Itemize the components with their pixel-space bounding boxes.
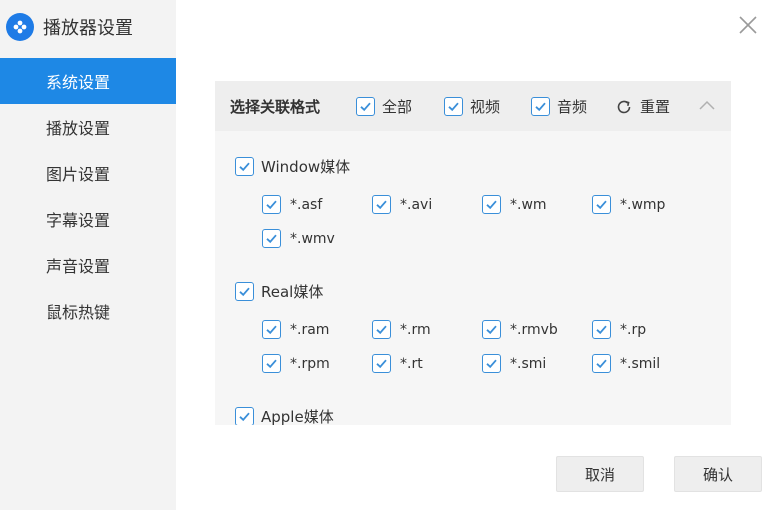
ext-checkbox-wmv[interactable]: *.wmv <box>262 229 335 248</box>
refresh-icon <box>617 100 631 113</box>
checkmark-icon <box>372 195 391 214</box>
ext-checkbox-wmp[interactable]: *.wmp <box>592 195 665 214</box>
player-logo-icon <box>6 13 34 41</box>
sidebar-item-audio[interactable]: 声音设置 <box>0 242 176 288</box>
ext-label: *.wmv <box>290 230 335 247</box>
ext-checkbox-rt[interactable]: *.rt <box>372 354 423 373</box>
ext-checkbox-smi[interactable]: *.smi <box>482 354 546 373</box>
checkmark-icon <box>592 320 611 339</box>
checkmark-icon <box>235 282 254 301</box>
ext-label: *.smil <box>620 355 661 372</box>
ext-label: *.smi <box>510 355 547 372</box>
sidebar-item-subtitle[interactable]: 字幕设置 <box>0 196 176 242</box>
ext-label: *.rp <box>620 321 647 338</box>
checkmark-icon <box>372 320 391 339</box>
format-association-panel: 选择关联格式 全部 视频 音频 重置 Window媒体 *.asf *.avi … <box>215 81 731 425</box>
ext-label: *.wmp <box>620 196 666 213</box>
ext-label: *.avi <box>400 196 433 213</box>
checkmark-icon <box>482 320 501 339</box>
checkmark-icon <box>531 97 550 116</box>
ext-label: *.wm <box>510 196 547 213</box>
reset-button[interactable]: 重置 <box>615 96 670 117</box>
filter-audio-checkbox[interactable]: 音频 <box>531 96 587 117</box>
checkmark-icon <box>482 195 501 214</box>
confirm-button[interactable]: 确认 <box>674 456 762 492</box>
checkmark-icon <box>592 195 611 214</box>
ext-label: *.ram <box>290 321 330 338</box>
checkmark-icon <box>235 157 254 176</box>
filter-all-checkbox[interactable]: 全部 <box>356 96 412 117</box>
reset-label: 重置 <box>640 98 671 116</box>
filter-audio-label: 音频 <box>557 98 588 116</box>
ext-label: *.rm <box>400 321 431 338</box>
collapse-button[interactable] <box>697 98 717 112</box>
ext-checkbox-rmvb[interactable]: *.rmvb <box>482 320 558 339</box>
app-title: 播放器设置 <box>43 18 133 39</box>
group-label: Real媒体 <box>261 283 324 301</box>
ext-label: *.rmvb <box>510 321 558 338</box>
sidebar-item-image[interactable]: 图片设置 <box>0 150 176 196</box>
sidebar-item-playback[interactable]: 播放设置 <box>0 104 176 150</box>
ext-checkbox-wm[interactable]: *.wm <box>482 195 547 214</box>
ext-checkbox-rpm[interactable]: *.rpm <box>262 354 330 373</box>
checkmark-icon <box>262 320 281 339</box>
checkmark-icon <box>262 229 281 248</box>
group-label: Window媒体 <box>261 158 351 176</box>
sidebar-nav: 系统设置 播放设置 图片设置 字幕设置 声音设置 鼠标热键 <box>0 58 176 334</box>
group-real-media-checkbox[interactable]: Real媒体 <box>235 281 323 302</box>
group-label: Apple媒体 <box>261 408 334 425</box>
checkmark-icon <box>592 354 611 373</box>
checkmark-icon <box>444 97 463 116</box>
group-apple-media-checkbox[interactable]: Apple媒体 <box>235 406 334 425</box>
ext-checkbox-ram[interactable]: *.ram <box>262 320 329 339</box>
format-list: Window媒体 *.asf *.avi *.wm *.wmp *.wmv Re… <box>215 131 731 425</box>
checkmark-icon <box>262 354 281 373</box>
checkmark-icon <box>235 407 254 425</box>
ext-checkbox-rm[interactable]: *.rm <box>372 320 431 339</box>
group-windows-media-checkbox[interactable]: Window媒体 <box>235 156 350 177</box>
app-header: 播放器设置 <box>6 12 133 42</box>
filter-all-label: 全部 <box>382 98 413 116</box>
ext-checkbox-avi[interactable]: *.avi <box>372 195 432 214</box>
cancel-button[interactable]: 取消 <box>556 456 644 492</box>
close-button[interactable] <box>735 12 761 38</box>
panel-title: 选择关联格式 <box>230 98 321 116</box>
filter-video-label: 视频 <box>470 98 501 116</box>
checkmark-icon <box>356 97 375 116</box>
ext-checkbox-smil[interactable]: *.smil <box>592 354 660 373</box>
sidebar-item-hotkeys[interactable]: 鼠标热键 <box>0 288 176 334</box>
checkmark-icon <box>482 354 501 373</box>
panel-header: 选择关联格式 全部 视频 音频 重置 <box>215 81 731 131</box>
sidebar: 播放器设置 系统设置 播放设置 图片设置 字幕设置 声音设置 鼠标热键 <box>0 0 176 510</box>
ext-label: *.rt <box>400 355 423 372</box>
checkmark-icon <box>262 195 281 214</box>
ext-label: *.rpm <box>290 355 330 372</box>
close-icon <box>739 16 757 34</box>
ext-label: *.asf <box>290 196 323 213</box>
filter-video-checkbox[interactable]: 视频 <box>444 96 500 117</box>
chevron-up-icon <box>699 100 715 110</box>
ext-checkbox-rp[interactable]: *.rp <box>592 320 646 339</box>
checkmark-icon <box>372 354 391 373</box>
ext-checkbox-asf[interactable]: *.asf <box>262 195 322 214</box>
sidebar-item-system[interactable]: 系统设置 <box>0 58 176 104</box>
